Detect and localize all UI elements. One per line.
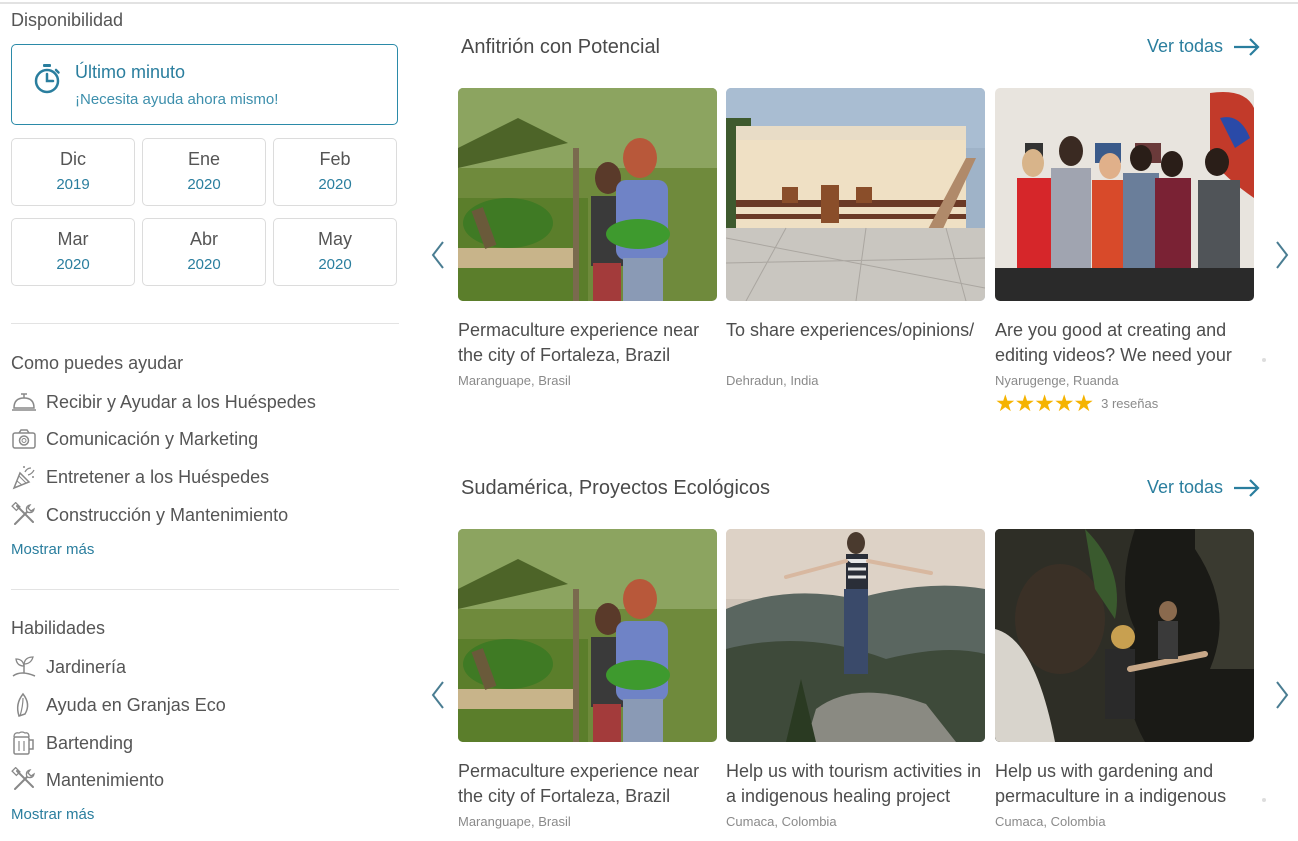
help-show-more-link[interactable]: Mostrar más xyxy=(11,541,94,558)
review-count[interactable]: 3 reseñas xyxy=(1101,396,1158,411)
carousel-peek-indicator xyxy=(1262,798,1266,802)
project-image-group xyxy=(995,88,1254,301)
tools-icon xyxy=(11,767,35,790)
project-card[interactable]: Permaculture experience near the city of… xyxy=(458,529,717,829)
skill-item-label: Mantenimiento xyxy=(46,769,165,790)
project-image-garden xyxy=(458,529,717,742)
see-all-label: Ver todas xyxy=(1147,477,1224,497)
month-label: Mar xyxy=(57,229,89,249)
month-option[interactable]: Ene 2020 xyxy=(142,138,266,206)
help-item-label: Recibir y Ayudar a los Huéspedes xyxy=(46,391,316,412)
carousel-next-arrow-icon[interactable] xyxy=(1272,678,1292,712)
carousel-next-arrow-icon[interactable] xyxy=(1272,238,1292,272)
year-label: 2020 xyxy=(318,256,352,273)
skill-item-label: Bartending xyxy=(46,732,134,753)
month-option[interactable]: Abr 2020 xyxy=(142,218,266,286)
party-popper-icon xyxy=(12,466,35,490)
project-card[interactable]: Are you good at creating and editing vid… xyxy=(995,88,1254,417)
camera-icon xyxy=(12,429,36,449)
help-item-label: Construcción y Mantenimiento xyxy=(46,504,289,525)
row-title: Anfitrión con Potencial xyxy=(461,36,661,58)
year-label: 2020 xyxy=(187,256,221,273)
year-label: 2020 xyxy=(56,256,90,273)
arrow-right-icon xyxy=(1234,478,1260,497)
row-title: Sudamérica, Proyectos Ecológicos xyxy=(461,477,771,499)
project-card[interactable]: To share experiences/opinions/ Dehradun,… xyxy=(726,88,985,388)
project-rating: ★★★★★ 3 reseñas xyxy=(995,390,1254,417)
project-location: Maranguape, Brasil xyxy=(458,814,571,829)
project-location: Dehradun, India xyxy=(726,373,819,388)
month-label: Abr xyxy=(189,229,218,249)
help-title: Como puedes ayudar xyxy=(11,353,184,373)
carousel-prev-arrow-icon[interactable] xyxy=(428,678,448,712)
year-label: 2020 xyxy=(318,176,352,193)
skills-title: Habilidades xyxy=(11,618,106,638)
star-rating: ★★★★★ xyxy=(995,390,1094,416)
project-location: Cumaca, Colombia xyxy=(726,814,837,829)
help-item-marketing[interactable]: Comunicación y Marketing xyxy=(11,424,258,454)
month-label: Dic xyxy=(60,149,86,169)
month-option[interactable]: May 2020 xyxy=(273,218,397,286)
skill-item-label: Ayuda en Granjas Eco xyxy=(46,694,226,715)
see-all-label: Ver todas xyxy=(1147,36,1224,56)
arrow-right-icon xyxy=(1234,37,1260,56)
skill-item-bartending[interactable]: Bartending xyxy=(11,728,133,758)
section-divider xyxy=(11,323,399,324)
plant-icon xyxy=(12,656,36,677)
project-image-mountain xyxy=(726,529,985,742)
last-minute-filter[interactable]: Último minuto ¡Necesita ayuda ahora mism… xyxy=(11,44,398,125)
month-option[interactable]: Mar 2020 xyxy=(11,218,135,286)
project-title: To share experiences/opinions/ xyxy=(726,320,975,340)
project-image-garden xyxy=(458,88,717,301)
skill-item-label: Jardinería xyxy=(46,656,127,677)
project-title: Help us with tourism activities in a ind… xyxy=(726,761,982,806)
help-item-entertain[interactable]: Entretener a los Huéspedes xyxy=(11,462,269,492)
project-title: Are you good at creating and editing vid… xyxy=(995,320,1232,365)
carousel-peek-indicator xyxy=(1262,358,1266,362)
skill-item-maintenance[interactable]: Mantenimiento xyxy=(11,765,164,795)
month-label: Feb xyxy=(319,149,351,169)
project-card[interactable]: Permaculture experience near the city of… xyxy=(458,88,717,388)
top-divider xyxy=(0,2,1298,4)
project-image-cave xyxy=(995,529,1254,742)
help-item-label: Entretener a los Huéspedes xyxy=(46,466,270,487)
beer-mug-icon xyxy=(13,731,34,755)
help-item-construction[interactable]: Construcción y Mantenimiento xyxy=(11,500,288,530)
tools-icon xyxy=(11,502,35,525)
last-minute-subtitle: ¡Necesita ayuda ahora mismo! xyxy=(75,91,279,108)
skill-item-gardening[interactable]: Jardinería xyxy=(11,652,126,682)
see-all-link[interactable]: Ver todas xyxy=(1147,36,1260,57)
see-all-link[interactable]: Ver todas xyxy=(1147,477,1260,498)
month-option[interactable]: Feb 2020 xyxy=(273,138,397,206)
project-card[interactable]: Help us with tourism activities in a ind… xyxy=(726,529,985,829)
skill-item-eco-farm[interactable]: Ayuda en Granjas Eco xyxy=(11,690,226,720)
help-item-reception[interactable]: Recibir y Ayudar a los Huéspedes xyxy=(11,387,316,417)
help-item-label: Comunicación y Marketing xyxy=(46,428,259,449)
month-label: May xyxy=(317,229,352,249)
project-title: Permaculture experience near the city of… xyxy=(458,761,700,806)
section-divider xyxy=(11,589,399,590)
last-minute-title: Último minuto xyxy=(75,62,186,82)
availability-title: Disponibilidad xyxy=(11,10,124,30)
year-label: 2019 xyxy=(56,176,90,193)
project-title: Permaculture experience near the city of… xyxy=(458,320,700,365)
leaf-icon xyxy=(16,692,29,717)
year-label: 2020 xyxy=(187,176,221,193)
project-card[interactable]: Help us with gardening and permaculture … xyxy=(995,529,1254,829)
stopwatch-icon xyxy=(34,64,60,94)
month-label: Ene xyxy=(187,149,221,169)
project-location: Nyarugenge, Ruanda xyxy=(995,373,1119,388)
skills-show-more-link[interactable]: Mostrar más xyxy=(11,806,94,823)
project-title: Help us with gardening and permaculture … xyxy=(995,761,1227,806)
carousel-prev-arrow-icon[interactable] xyxy=(428,238,448,272)
reception-bell-icon xyxy=(12,393,36,411)
month-option[interactable]: Dic 2019 xyxy=(11,138,135,206)
project-location: Cumaca, Colombia xyxy=(995,814,1106,829)
project-location: Maranguape, Brasil xyxy=(458,373,571,388)
project-image-house xyxy=(726,88,985,301)
